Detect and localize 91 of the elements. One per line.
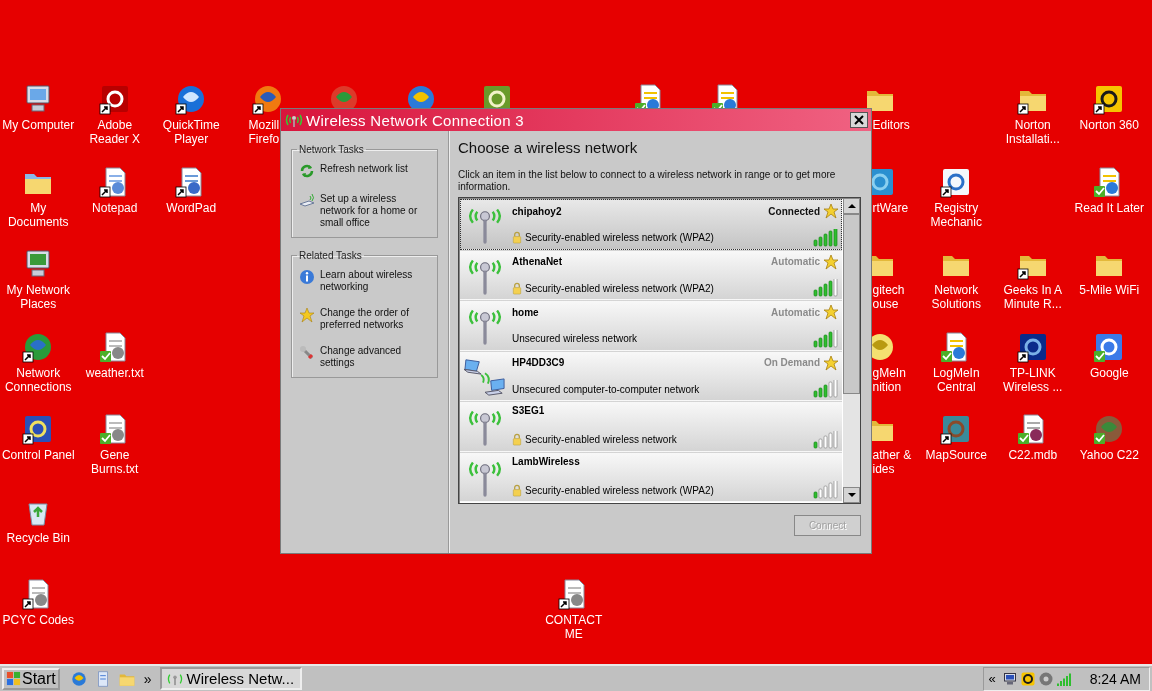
icon-label[interactable]: TP-LINK Wireless ...: [994, 365, 1071, 394]
network-name: chipahoy2: [512, 205, 563, 217]
network-name: home: [512, 306, 540, 318]
icon-label[interactable]: Geeks In A Minute R...: [994, 283, 1071, 311]
antenna-icon: [165, 671, 184, 686]
security-type: Security-enabled wireless network (WPA2): [525, 232, 715, 243]
task-link[interactable]: Change advanced settings: [299, 345, 433, 369]
connection-status: Automatic: [771, 306, 820, 318]
connection-status: Automatic: [771, 256, 820, 267]
more-button[interactable]: »: [143, 670, 152, 687]
browser-icon[interactable]: [69, 669, 88, 688]
security-type: Security-enabled wireless network (WPA2): [525, 282, 715, 294]
start-button[interactable]: Start: [2, 667, 60, 690]
down-arrow-icon: [847, 492, 856, 498]
icon-label[interactable]: Mozill: [248, 118, 280, 132]
network-icon[interactable]: [1001, 670, 1018, 687]
connection-status: Connected: [768, 205, 820, 217]
star-icon: [299, 307, 315, 323]
icon-label[interactable]: Adobe Reader X: [76, 118, 153, 146]
icon-label[interactable]: Registry Mechanic: [918, 200, 995, 229]
task-link[interactable]: Learn about wireless networking: [299, 269, 433, 293]
heading: Choose a wireless network: [458, 139, 639, 158]
up-arrow-icon: [847, 203, 856, 209]
icon-label[interactable]: rtWare: [872, 200, 909, 215]
security-type: Security-enabled wireless network (WPA2): [525, 484, 715, 496]
clock: 8:24 AM: [1089, 670, 1141, 687]
icon-label[interactable]: PCYC Codes: [0, 613, 77, 627]
connection-status: On Demand: [763, 357, 820, 368]
network-item[interactable]: home Automatic Unsecured wireless network: [460, 300, 842, 351]
show-icons-button[interactable]: «: [988, 671, 996, 686]
windows-logo-icon: [6, 671, 21, 686]
security-type: Unsecured computer-to-computer network: [512, 383, 701, 395]
network-item[interactable]: AthenaNet Automatic Security-enabled wireless network (WPA2): [460, 249, 842, 300]
network-item[interactable]: LambWireless Security-enabled wireless network (WPA2): [460, 451, 842, 502]
group-title: Related Tasks: [298, 250, 363, 261]
icon-label[interactable]: nition: [872, 379, 902, 394]
window-title: Wireless Network Connection 3: [306, 111, 525, 129]
icon-label[interactable]: weather.txt: [76, 365, 153, 380]
icon-label[interactable]: ather &: [872, 448, 912, 462]
icon-label[interactable]: LogMeIn Central: [918, 365, 995, 394]
scroll-up-button[interactable]: [843, 198, 860, 214]
icon-label[interactable]: Notepad: [76, 200, 153, 215]
icon-label[interactable]: QuickTime Player: [153, 118, 230, 146]
security-type: Security-enabled wireless network: [525, 434, 678, 445]
icon-label[interactable]: 5-Mile WiFi: [1071, 283, 1148, 297]
group-title: Network Tasks: [298, 144, 365, 155]
icon-label[interactable]: gMeIn: [872, 365, 906, 380]
icon-label[interactable]: Firefo: [248, 132, 280, 146]
icon-label[interactable]: Editors: [872, 118, 910, 132]
icon-label[interactable]: WordPad: [153, 200, 230, 215]
antenna-icon: [284, 112, 304, 128]
network-item[interactable]: chipahoy2 Connected Security-enabled wireless network (WPA2): [460, 199, 842, 250]
network-name: HP4DD3C9: [512, 357, 566, 368]
network-name: S3EG1: [512, 405, 546, 416]
scroll-thumb[interactable]: [843, 214, 860, 394]
network-name: AthenaNet: [512, 256, 563, 267]
icon-label[interactable]: Yahoo C22: [1071, 448, 1148, 462]
app-icon[interactable]: [1019, 670, 1036, 687]
network-name: LambWireless: [512, 455, 581, 467]
icon-label[interactable]: ouse: [872, 297, 899, 311]
icon-label[interactable]: Norton 360: [1071, 118, 1148, 132]
icon-label[interactable]: Network Solutions: [918, 283, 995, 311]
scroll-down-button[interactable]: [843, 487, 860, 503]
icon-label[interactable]: Norton Installati...: [994, 118, 1071, 146]
icon-label[interactable]: Control Panel: [0, 448, 77, 462]
network-item[interactable]: S3EG1 Security-enabled wireless network: [460, 401, 842, 452]
icon-label[interactable]: Google: [1071, 365, 1148, 380]
icon-label[interactable]: My Network Places: [0, 283, 77, 311]
icon-label[interactable]: Read It Later: [1071, 200, 1148, 215]
icon-label[interactable]: CONTACT ME: [535, 613, 612, 641]
wrench-icon: [299, 345, 315, 361]
info-icon: [299, 269, 315, 285]
icon-label[interactable]: MapSource: [918, 448, 995, 462]
task-link[interactable]: Set up a wireless network for a home or small office: [299, 193, 433, 229]
task-link[interactable]: Change the order of preferred networks: [299, 307, 433, 331]
refresh-icon: [299, 163, 315, 179]
instructions: Click an item in the list below to connect to a wireless network in range or to get more information.: [458, 169, 837, 193]
icon-label[interactable]: Gene Burns.txt: [76, 448, 153, 476]
icon-label[interactable]: C22.mdb: [994, 448, 1071, 462]
icon-label[interactable]: Recycle Bin: [0, 530, 77, 545]
security-type: Unsecured wireless network: [512, 333, 639, 344]
wireless-router-icon: [299, 193, 315, 209]
icon-label[interactable]: My Documents: [0, 200, 77, 229]
taskbar-button[interactable]: Wireless Netw...: [159, 667, 302, 690]
network-item[interactable]: HP4DD3C9 On Demand Unsecured computer-to-computer network: [460, 350, 842, 401]
icon-label[interactable]: Network Connections: [0, 365, 77, 394]
icon-label[interactable]: My Computer: [0, 118, 77, 132]
task-link[interactable]: Refresh network list: [299, 163, 433, 179]
icon-label[interactable]: gitech: [872, 283, 905, 297]
icon-label[interactable]: ides: [872, 462, 895, 476]
close-button[interactable]: [850, 112, 868, 128]
